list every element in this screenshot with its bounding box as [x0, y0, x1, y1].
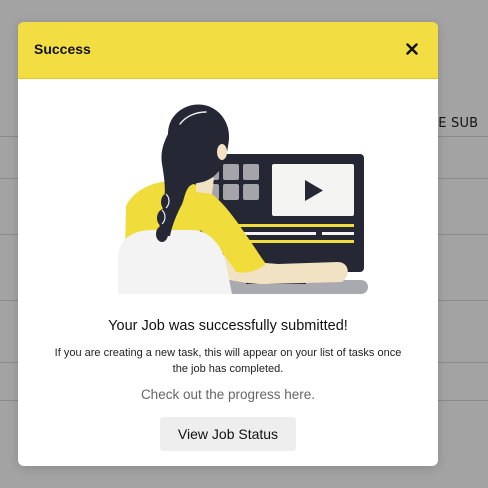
success-headline: Your Job was successfully submitted!: [108, 318, 348, 334]
view-job-status-button[interactable]: View Job Status: [160, 417, 296, 451]
close-icon: [406, 43, 418, 55]
description-line: the job has completed.: [172, 363, 284, 375]
modal-header: Success: [18, 22, 438, 79]
success-modal: Success Your Job was successfully submit…: [18, 22, 438, 466]
screen: ATIE SUB Success Your Job was successful…: [0, 0, 488, 488]
modal-title: Success: [34, 41, 91, 57]
progress-hint-text: Check out the progress here.: [140, 387, 316, 402]
success-description: If you are creating a new task, this wil…: [38, 345, 418, 377]
description-line: If you are creating a new task, this wil…: [54, 347, 402, 359]
person-watching-video-illustration: [96, 94, 372, 298]
close-button[interactable]: [402, 39, 422, 59]
